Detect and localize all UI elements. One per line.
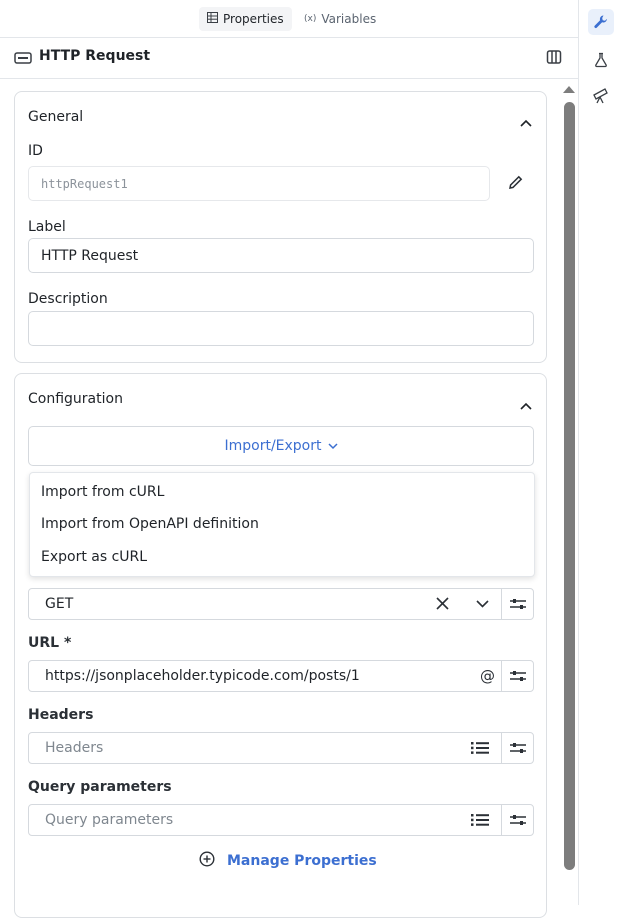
plus-circle-icon bbox=[199, 851, 215, 871]
url-field[interactable]: https://jsonplaceholder.typicode.com/pos… bbox=[28, 660, 502, 692]
method-value: GET bbox=[45, 596, 74, 612]
at-icon[interactable]: @ bbox=[480, 667, 495, 685]
method-select[interactable]: GET bbox=[28, 588, 502, 620]
node-title: HTTP Request bbox=[39, 48, 151, 64]
tab-variables-label: Variables bbox=[321, 12, 377, 26]
list-icon[interactable] bbox=[471, 742, 489, 754]
node-header: HTTP Request bbox=[0, 38, 579, 79]
chevron-down-icon[interactable] bbox=[476, 600, 489, 608]
tab-variables[interactable]: (x) Variables bbox=[296, 7, 384, 31]
edit-id-pencil-icon[interactable] bbox=[507, 174, 524, 195]
manage-properties-label: Manage Properties bbox=[227, 853, 377, 869]
sliders-icon bbox=[509, 595, 526, 614]
id-label: ID bbox=[28, 143, 43, 159]
split-view-button[interactable] bbox=[546, 49, 562, 69]
query-parameters-label: Query parameters bbox=[28, 779, 172, 795]
query-parameters-placeholder: Query parameters bbox=[45, 812, 174, 828]
tab-bar: Properties (x) Variables bbox=[0, 0, 579, 38]
import-export-label: Import/Export bbox=[224, 438, 322, 454]
id-field: httpRequest1 bbox=[28, 166, 490, 201]
menu-item-import-openapi[interactable]: Import from OpenAPI definition bbox=[41, 516, 259, 532]
label-field[interactable]: HTTP Request bbox=[28, 238, 534, 273]
configuration-title: Configuration bbox=[28, 391, 123, 407]
headers-placeholder: Headers bbox=[45, 740, 104, 756]
tab-properties[interactable]: Properties bbox=[199, 7, 292, 31]
query-parameters-options-button[interactable] bbox=[501, 804, 534, 836]
sliders-icon bbox=[509, 739, 526, 758]
import-export-button[interactable]: Import/Export bbox=[28, 426, 534, 466]
sliders-icon bbox=[509, 811, 526, 830]
url-options-button[interactable] bbox=[501, 660, 534, 692]
url-label: URL * bbox=[28, 635, 72, 651]
variable-icon: (x) bbox=[304, 14, 317, 24]
method-options-button[interactable] bbox=[501, 588, 534, 620]
chevron-down-icon bbox=[327, 438, 338, 454]
label-label: Label bbox=[28, 219, 66, 235]
query-parameters-field[interactable]: Query parameters bbox=[28, 804, 502, 836]
http-node-icon bbox=[14, 50, 32, 69]
sliders-icon bbox=[509, 667, 526, 686]
telescope-icon[interactable] bbox=[588, 83, 614, 109]
headers-field[interactable]: Headers bbox=[28, 732, 502, 764]
menu-item-export-curl[interactable]: Export as cURL bbox=[41, 549, 147, 565]
tab-properties-label: Properties bbox=[223, 12, 284, 26]
headers-label: Headers bbox=[28, 707, 94, 723]
chevron-up-icon[interactable] bbox=[520, 112, 532, 131]
description-label: Description bbox=[28, 291, 108, 307]
manage-properties-button[interactable]: Manage Properties bbox=[199, 851, 377, 871]
general-title: General bbox=[28, 109, 84, 125]
properties-panel: Properties (x) Variables HTTP Request Ge… bbox=[0, 0, 579, 918]
url-value: https://jsonplaceholder.typicode.com/pos… bbox=[45, 668, 360, 684]
right-rail bbox=[580, 0, 621, 905]
chevron-up-icon[interactable] bbox=[520, 395, 532, 414]
clear-icon[interactable] bbox=[436, 597, 449, 610]
list-icon[interactable] bbox=[471, 814, 489, 826]
import-export-menu: Import from cURL Import from OpenAPI def… bbox=[29, 472, 535, 577]
description-field[interactable] bbox=[28, 311, 534, 346]
table-icon bbox=[207, 12, 218, 26]
flask-icon[interactable] bbox=[588, 47, 614, 73]
wrench-icon[interactable] bbox=[588, 9, 614, 35]
menu-item-import-curl[interactable]: Import from cURL bbox=[41, 484, 164, 500]
scrollbar-thumb[interactable] bbox=[564, 102, 575, 870]
scroll-up-arrow[interactable] bbox=[563, 86, 575, 93]
headers-options-button[interactable] bbox=[501, 732, 534, 764]
